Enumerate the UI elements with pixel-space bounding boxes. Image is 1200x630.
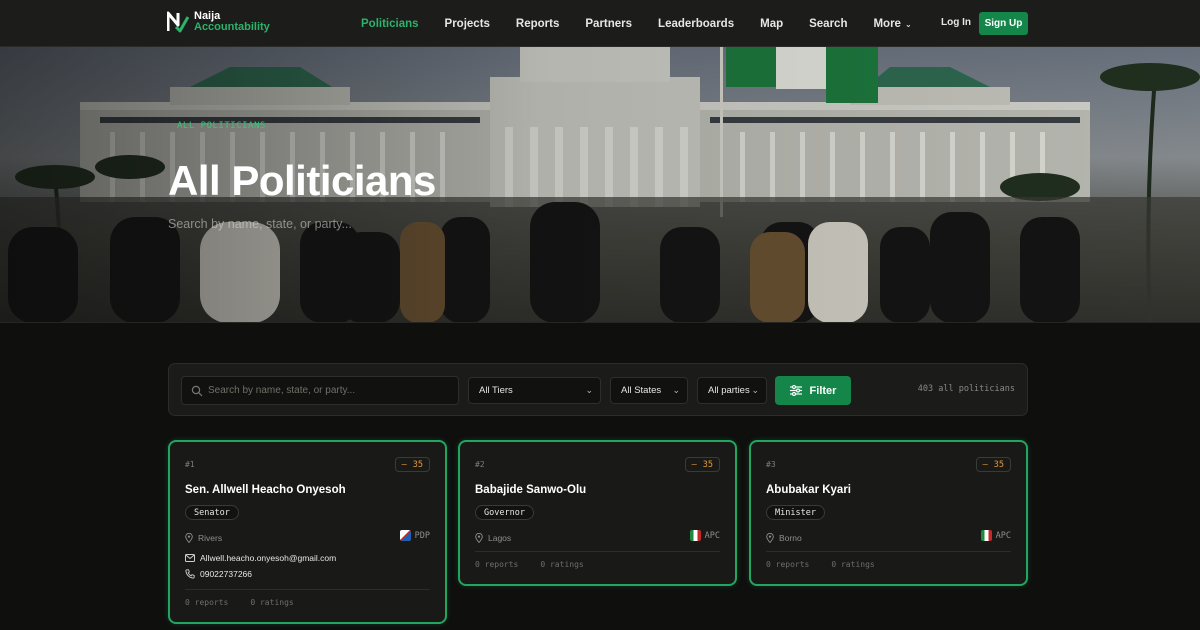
nav-links: Politicians Projects Reports Partners Le… — [361, 0, 938, 47]
chevron-down-icon: ⌄ — [751, 385, 759, 395]
party-tag: PDP — [399, 530, 430, 541]
location-pin-icon — [185, 533, 193, 543]
role-badge: Governor — [475, 505, 534, 520]
party-text: PDP — [414, 530, 430, 541]
party-select-value: All parties — [708, 385, 750, 396]
politician-name: Abubakar Kyari — [766, 484, 852, 496]
hero-subtitle: Search by name, state, or party... — [168, 217, 352, 231]
chevron-down-icon: ⌄ — [672, 385, 680, 395]
score-value: 35 — [993, 459, 1004, 470]
login-link[interactable]: Log In — [941, 17, 971, 28]
role-badge: Minister — [766, 505, 825, 520]
party-flag-icon — [399, 530, 411, 541]
location: Borno — [766, 533, 802, 543]
party-select[interactable]: All parties ⌄ — [697, 377, 767, 404]
brand-logo[interactable]: Naija Accountability — [167, 11, 270, 33]
nav-politicians[interactable]: Politicians — [361, 18, 419, 30]
email-text[interactable]: Allwell.heacho.onyesoh@gmail.com — [200, 553, 336, 563]
party-text: APC — [995, 530, 1011, 541]
sliders-icon — [789, 385, 802, 396]
politician-name: Babajide Sanwo-Olu — [475, 484, 587, 496]
nav-partners[interactable]: Partners — [585, 18, 632, 30]
nav-projects[interactable]: Projects — [445, 18, 490, 30]
page-title: All Politicians — [168, 157, 436, 204]
card-divider — [766, 551, 1011, 552]
hero-kicker: ALL POLITICIANS — [177, 121, 266, 131]
nav-leaderboards[interactable]: Leaderboards — [658, 18, 734, 30]
signup-button[interactable]: Sign Up — [979, 12, 1028, 35]
role-badge: Senator — [185, 505, 239, 520]
party-tag: APC — [689, 530, 720, 541]
top-navbar: Naija Accountability Politicians Project… — [0, 0, 1200, 47]
card-stats: 0 reports 0 ratings — [475, 560, 584, 569]
nav-search[interactable]: Search — [809, 18, 847, 30]
score-badge: — 35 — [394, 457, 430, 472]
politician-name: Sen. Allwell Heacho Onyesoh — [185, 484, 346, 496]
phone-text[interactable]: 09022737266 — [200, 569, 252, 579]
tier-select[interactable]: All Tiers ⌄ — [468, 377, 601, 404]
search-input[interactable] — [208, 377, 454, 404]
reports-count: 0 reports — [185, 598, 229, 607]
party-text: APC — [704, 530, 720, 541]
nav-map[interactable]: Map — [760, 18, 783, 30]
score-value: 35 — [702, 459, 713, 470]
party-tag: APC — [980, 530, 1011, 541]
politician-card[interactable]: #2 — 35 Babajide Sanwo-Olu Governor Lagos… — [458, 440, 737, 586]
card-stats: 0 reports 0 ratings — [766, 560, 875, 569]
score-badge: — 35 — [975, 457, 1011, 472]
party-flag-icon — [980, 530, 992, 541]
reports-count: 0 reports — [766, 560, 810, 569]
nav-more-label: More — [873, 17, 901, 30]
politician-card[interactable]: #3 — 35 Abubakar Kyari Minister Borno APC… — [749, 440, 1028, 586]
location-text: Lagos — [488, 533, 512, 543]
score-dash: — — [401, 459, 407, 470]
location: Rivers — [185, 533, 222, 543]
search-icon — [191, 385, 203, 397]
location: Lagos — [475, 533, 511, 543]
mail-icon — [185, 554, 195, 562]
card-rank: #3 — [766, 460, 776, 469]
brand-line2: Accountability — [194, 21, 270, 33]
chevron-down-icon: ⌄ — [904, 19, 912, 29]
location-pin-icon — [766, 533, 774, 543]
location-text: Rivers — [198, 533, 223, 543]
score-dash: — — [982, 459, 988, 470]
ratings-count: 0 ratings — [540, 560, 584, 569]
card-divider — [475, 551, 720, 552]
card-divider — [185, 589, 430, 590]
party-flag-icon — [689, 530, 701, 541]
score-dash: — — [691, 459, 697, 470]
phone-row: 09022737266 — [185, 569, 252, 579]
filter-button-label: Filter — [809, 384, 837, 397]
nav-more[interactable]: More ⌄ — [873, 18, 911, 30]
filter-button[interactable]: Filter — [775, 376, 851, 405]
chevron-down-icon: ⌄ — [585, 385, 593, 395]
card-rank: #2 — [475, 460, 485, 469]
reports-count: 0 reports — [475, 560, 519, 569]
location-text: Borno — [779, 533, 802, 543]
search-box — [181, 376, 459, 405]
card-stats: 0 reports 0 ratings — [185, 598, 294, 607]
nav-reports[interactable]: Reports — [516, 18, 559, 30]
email-row: Allwell.heacho.onyesoh@gmail.com — [185, 553, 336, 563]
ratings-count: 0 ratings — [831, 560, 875, 569]
location-pin-icon — [475, 533, 483, 543]
results-count: 403 all politicians — [917, 384, 1015, 394]
hero-banner: ALL POLITICIANS All Politicians Search b… — [0, 47, 1200, 323]
politician-card[interactable]: #1 — 35 Sen. Allwell Heacho Onyesoh Senat… — [168, 440, 447, 624]
phone-icon — [185, 569, 195, 579]
state-select-value: All States — [621, 385, 662, 396]
state-select[interactable]: All States ⌄ — [610, 377, 688, 404]
brand-text: Naija Accountability — [194, 11, 270, 33]
filter-bar: All Tiers ⌄ All States ⌄ All parties ⌄ F… — [168, 363, 1028, 416]
card-rank: #1 — [185, 460, 195, 469]
tier-select-value: All Tiers — [479, 385, 513, 396]
score-badge: — 35 — [684, 457, 720, 472]
ratings-count: 0 ratings — [250, 598, 294, 607]
logo-mark-icon — [167, 11, 189, 33]
score-value: 35 — [412, 459, 423, 470]
